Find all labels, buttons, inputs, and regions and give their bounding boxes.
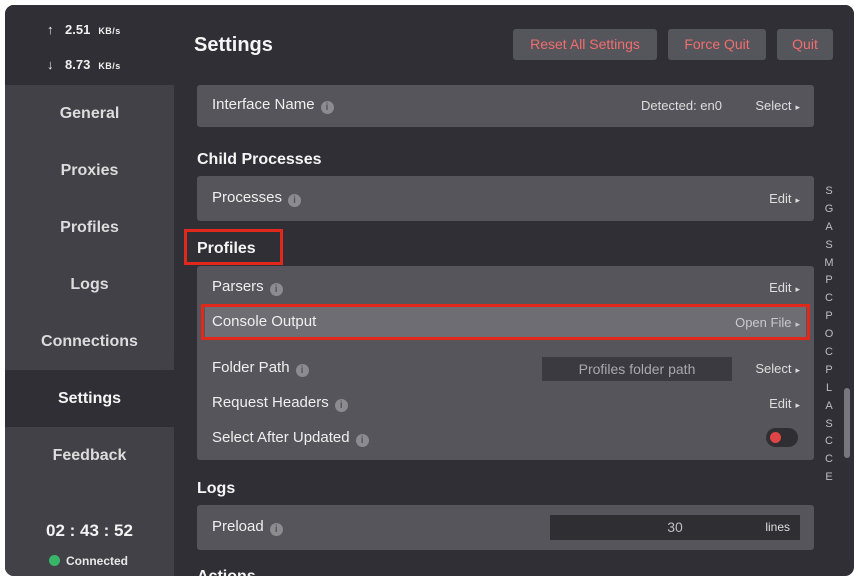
sidebar-item-connections[interactable]: Connections — [5, 333, 174, 351]
sidebar-item-general[interactable]: General — [5, 105, 174, 123]
console-output-highlight — [201, 304, 810, 340]
quit-button[interactable]: Quit — [777, 29, 833, 60]
caret-right-icon: ▸ — [795, 284, 800, 294]
request-headers-edit-button[interactable]: Edit ▸ — [769, 396, 800, 411]
info-icon[interactable]: i — [269, 283, 283, 296]
sidebar-item-profiles[interactable]: Profiles — [5, 219, 174, 237]
logs-card: Preload i 30 lines — [197, 505, 814, 550]
interface-name-label: Interface Name i — [212, 96, 334, 114]
parsers-edit-button[interactable]: Edit ▸ — [769, 280, 800, 295]
upload-speed: ↑ 2.51 KB/s — [47, 22, 121, 37]
section-index-letter[interactable]: G — [823, 203, 835, 221]
info-icon[interactable]: i — [288, 194, 302, 207]
vertical-scrollbar[interactable] — [844, 388, 850, 458]
section-index-letter[interactable]: P — [823, 364, 835, 382]
folder-path-label: Folder Path i — [212, 359, 309, 377]
section-index-letter[interactable]: C — [823, 292, 835, 310]
section-index-letter[interactable]: A — [823, 221, 835, 239]
sidebar-item-feedback[interactable]: Feedback — [5, 447, 174, 465]
caret-right-icon: ▸ — [795, 400, 800, 410]
section-index-letter[interactable]: S — [823, 239, 835, 257]
info-icon[interactable]: i — [269, 523, 283, 536]
section-index-letter[interactable]: C — [823, 346, 835, 364]
interface-select-button[interactable]: Select ▸ — [755, 98, 800, 113]
uptime-clock: 02 : 43 : 52 — [46, 521, 133, 540]
section-index-letter[interactable]: A — [823, 400, 835, 418]
section-index-letter[interactable]: P — [823, 310, 835, 328]
request-headers-label: Request Headers i — [212, 394, 348, 412]
detected-interface: Detected: en0 — [641, 98, 722, 113]
reset-all-settings-button[interactable]: Reset All Settings — [513, 29, 657, 60]
preload-label: Preload i — [212, 518, 283, 536]
section-title-profiles: Profiles — [197, 240, 256, 257]
download-arrow-icon: ↓ — [47, 57, 54, 72]
sidebar-item-logs[interactable]: Logs — [5, 276, 174, 294]
preload-unit: lines — [765, 520, 790, 534]
section-index: SGASMPCPOCPLASCCE — [823, 185, 835, 489]
app-window: ↑ 2.51 KB/s ↓ 8.73 KB/s General Proxies Prof… — [5, 5, 854, 576]
info-icon[interactable]: i — [355, 434, 369, 447]
caret-right-icon: ▸ — [795, 195, 800, 205]
connection-status: Connected — [49, 554, 128, 568]
sidebar-item-proxies[interactable]: Proxies — [5, 162, 174, 180]
select-after-updated-toggle[interactable] — [766, 428, 798, 447]
caret-right-icon: ▸ — [795, 102, 800, 112]
sidebar-item-settings[interactable]: Settings — [5, 390, 174, 408]
traffic-panel: ↑ 2.51 KB/s ↓ 8.73 KB/s — [5, 5, 174, 85]
section-index-letter[interactable]: C — [823, 453, 835, 471]
status-dot-icon — [49, 555, 60, 566]
preload-value: 30 — [667, 519, 683, 535]
header: Settings Reset All Settings Force Quit Q… — [174, 5, 854, 85]
sidebar: ↑ 2.51 KB/s ↓ 8.73 KB/s General Proxies Prof… — [5, 5, 174, 576]
section-index-letter[interactable]: E — [823, 471, 835, 489]
info-icon[interactable]: i — [320, 101, 334, 114]
settings-content: Interface Name i Detected: en0 Select ▸ Ch… — [174, 85, 854, 576]
force-quit-button[interactable]: Force Quit — [668, 29, 766, 60]
interface-card: Interface Name i Detected: en0 Select ▸ — [197, 85, 814, 127]
processes-label: Processes i — [212, 189, 302, 207]
caret-right-icon: ▸ — [795, 365, 800, 375]
page-title: Settings — [194, 34, 273, 56]
upload-arrow-icon: ↑ — [47, 22, 54, 37]
section-index-letter[interactable]: L — [823, 382, 835, 400]
section-index-letter[interactable]: S — [823, 418, 835, 436]
child-processes-card: Processes i Edit ▸ — [197, 176, 814, 221]
folder-path-input[interactable]: Profiles folder path — [542, 357, 732, 381]
profiles-card: Parsers i Edit ▸ Console Output Open File ▸… — [197, 266, 814, 460]
section-index-letter[interactable]: M — [823, 257, 835, 275]
download-speed: ↓ 8.73 KB/s — [47, 57, 121, 72]
section-title-actions: Actions — [197, 568, 256, 576]
section-title-child-processes: Child Processes — [197, 151, 322, 168]
preload-input[interactable]: 30 lines — [550, 515, 800, 540]
info-icon[interactable]: i — [295, 364, 309, 377]
folder-select-button[interactable]: Select ▸ — [755, 361, 800, 376]
section-title-logs: Logs — [197, 480, 236, 497]
processes-edit-button[interactable]: Edit ▸ — [769, 191, 800, 206]
parsers-label: Parsers i — [212, 278, 283, 296]
section-index-letter[interactable]: P — [823, 274, 835, 292]
section-index-letter[interactable]: S — [823, 185, 835, 203]
toggle-knob — [770, 432, 781, 443]
section-index-letter[interactable]: C — [823, 435, 835, 453]
info-icon[interactable]: i — [334, 399, 348, 412]
section-index-letter[interactable]: O — [823, 328, 835, 346]
select-after-updated-label: Select After Updated i — [212, 429, 369, 447]
